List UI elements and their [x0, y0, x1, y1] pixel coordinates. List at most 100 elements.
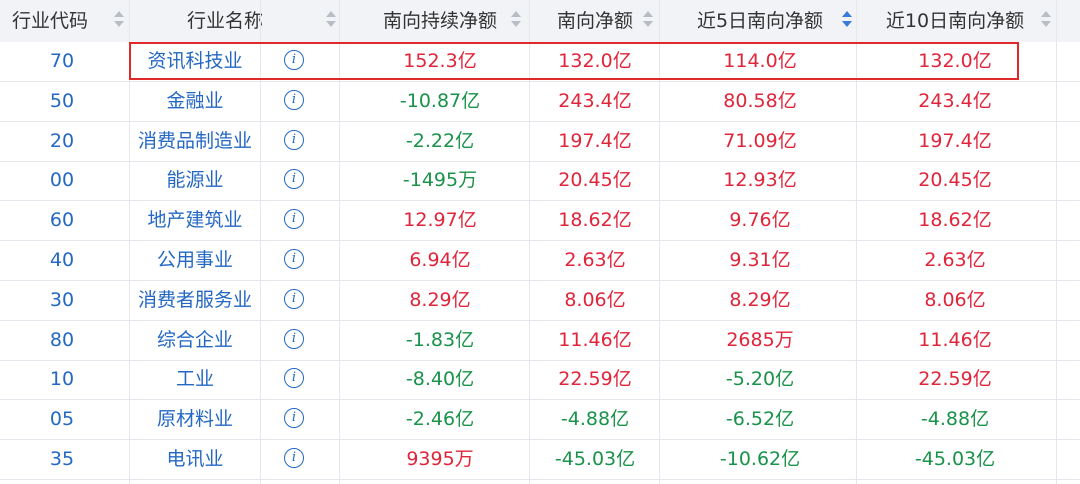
cell-net: 243.4亿 [558, 89, 632, 112]
table-row[interactable]: 05 原材料业 -2.46亿 -4.88亿 -6.52亿 -4.88亿 i [0, 400, 1080, 441]
cell-5day-net: -6.52亿 [725, 408, 795, 431]
cell-name[interactable]: 综合企业 [130, 321, 260, 360]
cell-continuous-net: -2.22亿 [405, 129, 475, 152]
cell-code[interactable]: 40 [0, 241, 124, 280]
cell-net: 132.0亿 [558, 50, 632, 72]
cell-code[interactable]: 30 [0, 281, 124, 320]
table-row[interactable]: 80 综合企业 -1.83亿 11.46亿 2685万 11.46亿 i [0, 321, 1080, 361]
table-row[interactable]: 40 公用事业 6.94亿 2.63亿 9.31亿 2.63亿 i [0, 241, 1080, 281]
info-circle-icon[interactable]: i [284, 249, 304, 269]
cell-continuous-net: 6.94亿 [409, 249, 471, 271]
sort-icon[interactable] [510, 9, 522, 33]
cell-5day-net: 2685万 [726, 328, 794, 351]
cell-name[interactable]: 消费者服务业 [130, 281, 260, 320]
header-5day-net[interactable]: 近5日南向净额 [660, 0, 860, 42]
cell-code[interactable]: 60 [0, 201, 124, 240]
cell-continuous-net: 8.29亿 [409, 288, 471, 311]
cell-name[interactable]: 资讯科技业 [130, 42, 260, 81]
cell-name[interactable]: 消费品制造业 [130, 122, 260, 161]
cell-10day-net: 8.06亿 [924, 288, 986, 311]
cell-continuous-net: -1495万 [402, 169, 478, 192]
industry-flow-table: 行业代码 行业名称 南向持续净额 南向净额 近5日南向净额 近10日南向净额 7… [0, 0, 1080, 484]
header-name[interactable]: 行业名称 [130, 0, 320, 42]
cell-net: 2.63亿 [564, 249, 626, 271]
table-row[interactable]: 35 电讯业 9395万 -45.03亿 -10.62亿 -45.03亿 i [0, 440, 1080, 480]
cell-5day-net: 71.09亿 [723, 129, 797, 152]
header-net[interactable]: 南向净额 [530, 0, 660, 42]
cell-code[interactable]: 10 [0, 360, 124, 399]
cell-continuous-net: 9395万 [406, 448, 474, 470]
cell-5day-net: 114.0亿 [723, 50, 797, 72]
table-row[interactable]: 20 消费品制造业 -2.22亿 197.4亿 71.09亿 197.4亿 i [0, 122, 1080, 162]
cell-10day-net: 18.62亿 [918, 209, 992, 232]
cell-code[interactable]: 00 [0, 161, 124, 200]
cell-net: 11.46亿 [558, 328, 632, 351]
cell-name[interactable]: 能源业 [130, 161, 260, 200]
cell-10day-net: -45.03亿 [914, 448, 996, 470]
cell-10day-net: 197.4亿 [918, 129, 992, 152]
cell-name[interactable]: 金融业 [130, 82, 260, 121]
cell-net: 197.4亿 [558, 129, 632, 152]
cell-code[interactable]: 50 [0, 82, 124, 121]
cell-5day-net: 12.93亿 [723, 169, 797, 192]
cell-continuous-net: -8.40亿 [405, 368, 475, 391]
info-circle-icon[interactable]: i [284, 50, 304, 70]
cell-5day-net: -5.20亿 [725, 368, 795, 391]
info-circle-icon[interactable]: i [284, 408, 304, 429]
cell-net: -4.88亿 [560, 408, 630, 431]
cell-10day-net: -4.88亿 [920, 408, 990, 431]
cell-5day-net: 80.58亿 [723, 89, 797, 112]
sort-icon[interactable] [642, 9, 654, 33]
info-circle-icon[interactable]: i [284, 209, 304, 230]
table-row[interactable]: 70 资讯科技业 152.3亿 132.0亿 114.0亿 132.0亿 i [0, 42, 1080, 82]
cell-name[interactable]: 原材料业 [130, 400, 260, 439]
cell-code[interactable]: 70 [0, 42, 124, 81]
cell-5day-net: 8.29亿 [729, 288, 791, 311]
cell-10day-net: 22.59亿 [918, 368, 992, 391]
cell-continuous-net: -10.87亿 [399, 89, 481, 112]
cell-code[interactable]: 80 [0, 321, 124, 360]
info-circle-icon[interactable]: i [284, 169, 304, 190]
cell-continuous-net: -2.46亿 [405, 408, 475, 431]
cell-5day-net: 9.76亿 [729, 209, 791, 232]
table-row[interactable]: 30 消费者服务业 8.29亿 8.06亿 8.29亿 8.06亿 i [0, 281, 1080, 321]
table-row[interactable]: 60 地产建筑业 12.97亿 18.62亿 9.76亿 18.62亿 i [0, 201, 1080, 242]
cell-net: 18.62亿 [558, 209, 632, 232]
cell-code[interactable]: 20 [0, 122, 124, 161]
cell-net: 20.45亿 [558, 169, 632, 192]
cell-name[interactable]: 电讯业 [130, 440, 260, 479]
table-row[interactable]: 10 工业 -8.40亿 22.59亿 -5.20亿 22.59亿 i [0, 360, 1080, 401]
info-circle-icon[interactable]: i [284, 288, 304, 309]
cell-name[interactable]: 地产建筑业 [130, 201, 260, 240]
cell-continuous-net: 12.97亿 [403, 209, 477, 232]
cell-code[interactable]: 05 [0, 400, 124, 439]
cell-name[interactable]: 工业 [130, 360, 260, 399]
info-circle-icon[interactable]: i [284, 368, 304, 389]
cell-5day-net: 9.31亿 [729, 249, 791, 271]
cell-name[interactable]: 公用事业 [130, 241, 260, 280]
header-10day-net[interactable]: 近10日南向净额 [860, 0, 1050, 42]
cell-net: 8.06亿 [564, 288, 626, 311]
cell-net: -45.03亿 [554, 448, 636, 470]
cell-10day-net: 20.45亿 [918, 169, 992, 192]
header-code[interactable]: 行业代码 [0, 0, 116, 42]
sort-active-icon[interactable] [841, 9, 853, 33]
cell-continuous-net: -1.83亿 [405, 328, 475, 351]
cell-10day-net: 2.63亿 [924, 249, 986, 271]
cell-code[interactable]: 35 [0, 440, 124, 479]
cell-5day-net: -10.62亿 [719, 448, 801, 470]
info-circle-icon[interactable]: i [284, 448, 304, 468]
cell-10day-net: 132.0亿 [918, 50, 992, 72]
cell-continuous-net: 152.3亿 [403, 50, 477, 72]
info-circle-icon[interactable]: i [284, 89, 304, 110]
table-header: 行业代码 行业名称 南向持续净额 南向净额 近5日南向净额 近10日南向净额 [0, 0, 1080, 42]
table-row[interactable]: 50 金融业 -10.87亿 243.4亿 80.58亿 243.4亿 i [0, 82, 1080, 122]
info-circle-icon[interactable]: i [284, 129, 304, 150]
info-circle-icon[interactable]: i [284, 328, 304, 349]
sort-icon[interactable] [113, 9, 125, 33]
cell-net: 22.59亿 [558, 368, 632, 391]
cell-10day-net: 11.46亿 [918, 328, 992, 351]
sort-icon[interactable] [325, 9, 337, 33]
sort-icon[interactable] [1040, 9, 1052, 33]
table-row[interactable]: 00 能源业 -1495万 20.45亿 12.93亿 20.45亿 i [0, 161, 1080, 202]
